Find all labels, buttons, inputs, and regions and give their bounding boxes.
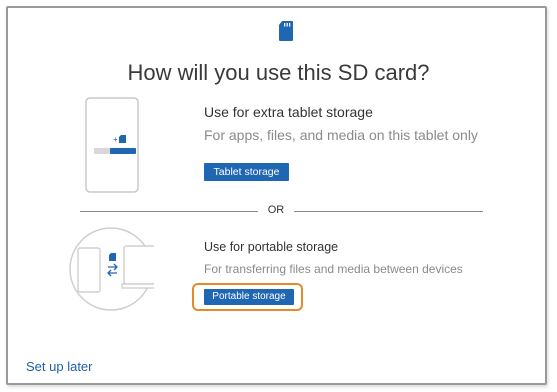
option-extra-storage-description: For apps, files, and media on this table… bbox=[204, 127, 478, 143]
option-portable-storage-heading: Use for portable storage bbox=[204, 240, 339, 254]
divider-right bbox=[294, 211, 483, 212]
portable-storage-illustration bbox=[69, 227, 154, 311]
option-extra-storage-heading: Use for extra tablet storage bbox=[204, 104, 373, 120]
option-portable-storage-description: For transferring files and media between… bbox=[204, 262, 463, 276]
sd-card-setup-dialog: How will you use this SD card? + Use for… bbox=[6, 6, 547, 385]
tablet-storage-button[interactable]: Tablet storage bbox=[204, 163, 289, 181]
divider-left bbox=[80, 211, 258, 212]
portable-storage-button[interactable]: Portable storage bbox=[204, 289, 294, 305]
svg-text:+: + bbox=[113, 135, 118, 144]
dialog-title: How will you use this SD card? bbox=[127, 60, 430, 85]
sd-card-icon bbox=[279, 21, 293, 41]
or-separator: OR bbox=[267, 204, 285, 216]
set-up-later-link[interactable]: Set up later bbox=[26, 359, 93, 374]
tablet-storage-illustration: + bbox=[85, 97, 139, 193]
